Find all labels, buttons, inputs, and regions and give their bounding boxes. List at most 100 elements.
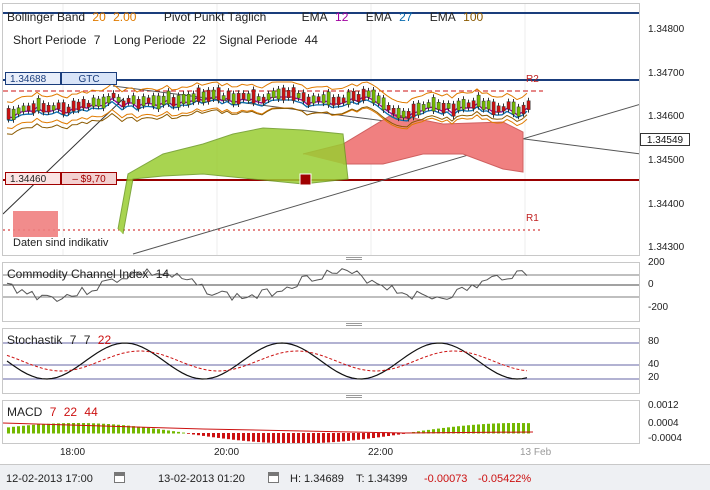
candle-body (166, 90, 171, 105)
candle-body (171, 97, 176, 107)
macd-histogram-bar (232, 433, 235, 440)
position-price-badge[interactable]: 1.34460 (5, 172, 61, 185)
price-panel[interactable]: Bollinger Band 20 2.00 Pivot Punkt Tägli… (2, 3, 640, 256)
bollinger-label[interactable]: Bollinger Band (7, 10, 85, 24)
macd-histogram-bar (237, 433, 240, 441)
candle-body (251, 89, 256, 104)
macd-histogram-bar (367, 433, 370, 439)
candle-body (131, 95, 136, 105)
candle-body (471, 100, 476, 109)
candle-body (141, 96, 146, 107)
cci-label[interactable]: Commodity Channel Index (7, 267, 148, 281)
candle-body (301, 92, 306, 102)
order-price-badge[interactable]: 1.34688 (5, 72, 61, 85)
ema-100-label[interactable]: EMA (430, 10, 456, 24)
candle-body (411, 103, 416, 118)
macd-p2: 22 (63, 405, 78, 419)
candle-body (346, 91, 351, 105)
ema-27-label[interactable]: EMA (366, 10, 392, 24)
macd-histogram-bar (312, 433, 315, 443)
candle-body (446, 103, 451, 109)
stochastic-label[interactable]: Stochastik (7, 333, 62, 347)
main-legend-row-1: Bollinger Band 20 2.00 Pivot Punkt Tägli… (7, 10, 487, 24)
macd-histogram-bar (37, 424, 40, 434)
macd-tick: 0.0012 (648, 400, 679, 411)
macd-histogram-bar (152, 428, 155, 434)
macd-histogram-bar (387, 433, 390, 437)
candle-body (116, 96, 121, 103)
macd-histogram-bar (277, 433, 280, 443)
candle-body (476, 94, 481, 107)
candle-body (201, 91, 206, 103)
macd-p1: 7 (49, 405, 57, 419)
candle-body (246, 93, 251, 102)
macd-tick: 0.0004 (648, 418, 679, 429)
stochastic-tick: 20 (648, 372, 660, 383)
macd-histogram-bar (292, 433, 295, 443)
candle-body (381, 97, 386, 111)
price-tick: 1.34700 (648, 68, 685, 79)
macd-histogram-bar (297, 433, 300, 443)
candle-body (261, 96, 266, 104)
candle-body (231, 93, 236, 105)
candle-body (486, 100, 491, 110)
pivot-label[interactable]: Pivot Punkt Täglich (164, 10, 267, 24)
order-type-badge[interactable]: GTC (61, 72, 117, 85)
macd-histogram-bar (137, 426, 140, 434)
price-axis[interactable]: 1.34800 1.34700 1.34600 1.34500 1.34400 … (640, 3, 710, 256)
signal-period-label[interactable]: Signal Periode (219, 33, 297, 47)
status-bar: 12-02-2013 17:00 13-02-2013 01:20 H: 1.3… (0, 464, 710, 490)
position-marker-icon (299, 173, 312, 186)
position-pl-badge[interactable]: – $9,70 (61, 172, 117, 185)
macd-histogram-bar (172, 431, 175, 434)
stochastic-p2: 7 (83, 333, 91, 347)
candle-body (286, 90, 291, 98)
macd-panel[interactable]: MACD 7 22 44 (2, 400, 640, 444)
macd-histogram-bar (307, 433, 310, 443)
ema-12-label[interactable]: EMA (302, 10, 328, 24)
candle-body (351, 90, 356, 101)
stochastic-panel[interactable]: Stochastik 7 7 22 (2, 328, 640, 394)
short-period-value: 7 (93, 33, 101, 47)
stochastic-p3: 22 (97, 333, 112, 347)
end-date[interactable]: 13-02-2013 01:20 (158, 473, 245, 485)
macd-histogram-bar (82, 423, 85, 434)
long-period-label[interactable]: Long Periode (114, 33, 185, 47)
end-calendar-icon[interactable] (268, 472, 279, 483)
stochastic-legend: Stochastik 7 7 22 (7, 333, 115, 347)
macd-histogram-bar (47, 423, 50, 434)
start-date[interactable]: 12-02-2013 17:00 (6, 473, 93, 485)
macd-histogram-bar (372, 433, 375, 439)
candle-body (491, 101, 496, 115)
macd-histogram-bar (32, 424, 35, 434)
bollinger-deviation: 2.00 (113, 10, 137, 24)
macd-label[interactable]: MACD (7, 405, 42, 419)
candle-body (111, 92, 116, 99)
macd-legend: MACD 7 22 44 (7, 405, 102, 419)
candle-body (26, 105, 31, 111)
candle-body (506, 101, 511, 110)
macd-histogram-bar (97, 423, 100, 434)
macd-histogram-bar (167, 430, 170, 434)
start-calendar-icon[interactable] (114, 472, 125, 483)
candle-body (501, 106, 506, 112)
macd-histogram-bar (42, 424, 45, 434)
candle-body (526, 100, 531, 110)
candle-body (311, 95, 316, 104)
low-value: T: 1.34399 (356, 473, 408, 485)
candle-body (6, 108, 11, 120)
candle-body (71, 100, 76, 112)
time-axis[interactable]: 18:00 20:00 22:00 13 Feb (2, 444, 640, 462)
cci-panel[interactable]: Commodity Channel Index 14 (2, 262, 640, 322)
stochastic-axis: 80 40 20 (640, 328, 710, 394)
macd-histogram-bar (147, 427, 150, 434)
candle-body (456, 100, 461, 111)
price-tick: 1.34600 (648, 111, 685, 122)
pivot-r1-label: R1 (526, 213, 539, 224)
short-period-label[interactable]: Short Periode (13, 33, 86, 47)
macd-histogram-bar (217, 433, 220, 438)
candle-body (236, 93, 241, 105)
candle-body (306, 96, 311, 106)
candle-body (101, 96, 106, 109)
candle-body (371, 89, 376, 104)
